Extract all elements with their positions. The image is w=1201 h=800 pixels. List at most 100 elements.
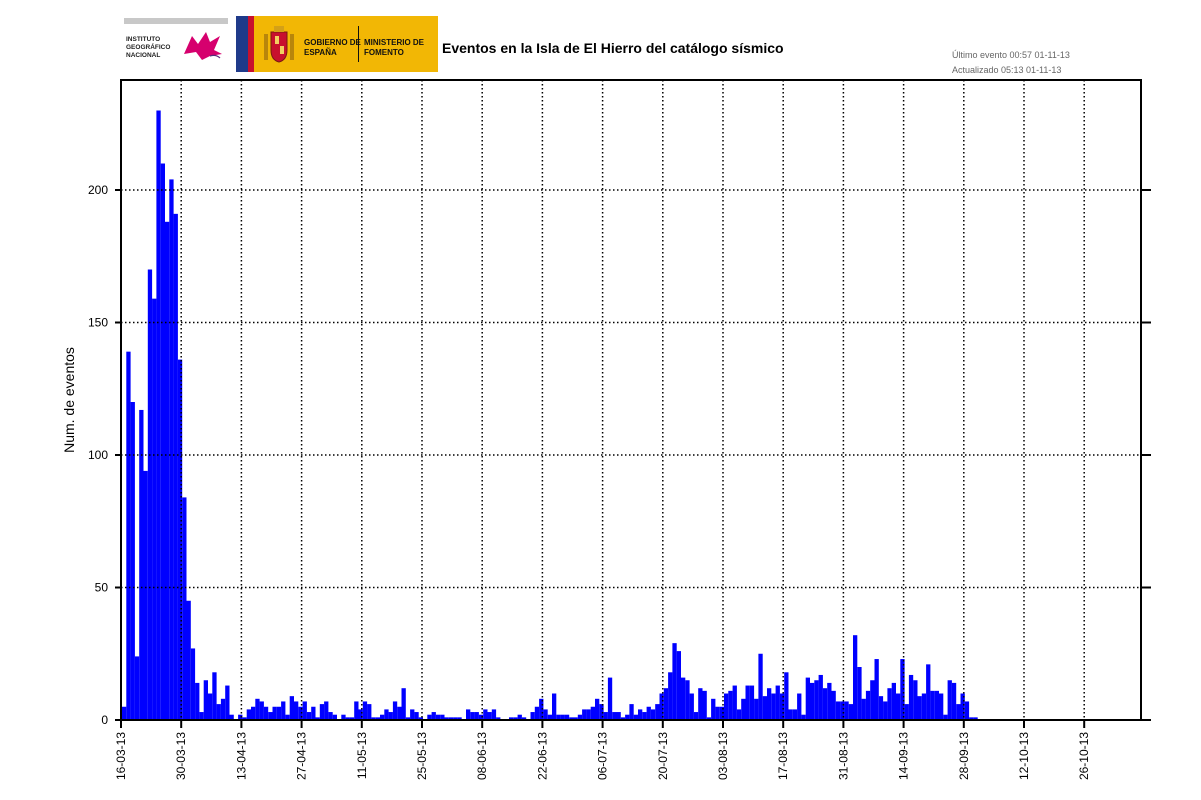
x-tick-label: 11-05-13 bbox=[355, 732, 369, 779]
bar bbox=[311, 706, 316, 720]
bar bbox=[603, 712, 608, 720]
bar bbox=[822, 688, 828, 720]
bar bbox=[758, 653, 763, 720]
bar bbox=[130, 402, 135, 720]
bar bbox=[844, 701, 849, 720]
bar bbox=[831, 690, 836, 720]
x-tick-label: 17-08-13 bbox=[776, 732, 790, 780]
bar bbox=[466, 709, 471, 720]
bar bbox=[134, 656, 140, 720]
bar bbox=[212, 672, 217, 720]
bar bbox=[474, 712, 479, 720]
y-tick-label: 100 bbox=[88, 448, 108, 462]
bar bbox=[152, 298, 157, 720]
bar bbox=[126, 351, 131, 720]
bar bbox=[220, 698, 226, 720]
bar bbox=[904, 704, 909, 720]
bar bbox=[246, 709, 251, 720]
bar bbox=[818, 674, 823, 720]
bar bbox=[182, 497, 187, 720]
bar bbox=[883, 701, 888, 720]
bar bbox=[857, 667, 862, 720]
bar bbox=[749, 685, 755, 720]
bar bbox=[156, 110, 161, 720]
x-tick-label: 14-09-13 bbox=[897, 732, 911, 780]
bar bbox=[930, 690, 935, 720]
bar bbox=[767, 688, 772, 720]
bar bbox=[861, 698, 866, 720]
bar bbox=[693, 712, 699, 720]
bar bbox=[612, 712, 617, 720]
bar bbox=[483, 709, 488, 720]
bar bbox=[853, 635, 858, 720]
bar bbox=[788, 709, 793, 720]
x-tick-label: 26-10-13 bbox=[1077, 732, 1091, 780]
bar bbox=[792, 709, 798, 720]
bar bbox=[534, 706, 540, 720]
bar bbox=[272, 706, 277, 720]
bar bbox=[728, 690, 733, 720]
bar bbox=[582, 709, 587, 720]
bar bbox=[797, 693, 802, 720]
bar bbox=[939, 693, 944, 720]
bar bbox=[216, 704, 221, 720]
bar bbox=[655, 704, 660, 720]
bar bbox=[650, 709, 656, 720]
bar bbox=[281, 701, 286, 720]
y-tick-label: 200 bbox=[88, 183, 108, 197]
bar bbox=[736, 709, 742, 720]
bar bbox=[951, 682, 957, 720]
bar bbox=[431, 712, 436, 720]
bar bbox=[186, 600, 191, 720]
bar bbox=[530, 712, 535, 720]
bar bbox=[642, 712, 647, 720]
bar bbox=[724, 693, 729, 720]
bar bbox=[195, 682, 200, 720]
bar bbox=[392, 701, 398, 720]
bar bbox=[367, 704, 372, 720]
bar bbox=[676, 651, 681, 720]
bar bbox=[891, 682, 896, 720]
bar bbox=[848, 704, 853, 720]
bar bbox=[685, 680, 690, 720]
bar bbox=[732, 685, 737, 720]
bar bbox=[586, 709, 591, 720]
x-tick-label: 28-09-13 bbox=[957, 732, 971, 780]
x-tick-label: 31-08-13 bbox=[836, 732, 850, 780]
bar bbox=[663, 688, 669, 720]
bar bbox=[947, 680, 952, 720]
bar bbox=[263, 706, 269, 720]
bar bbox=[835, 701, 841, 720]
bar bbox=[805, 677, 810, 720]
x-tick-label: 25-05-13 bbox=[415, 732, 429, 780]
bar bbox=[139, 409, 144, 720]
bar bbox=[917, 696, 922, 720]
bar bbox=[397, 706, 402, 720]
bar bbox=[702, 690, 707, 720]
bar bbox=[251, 706, 256, 720]
bar bbox=[199, 712, 204, 720]
bar bbox=[934, 690, 939, 720]
bar bbox=[896, 693, 901, 720]
x-tick-label: 27-04-13 bbox=[295, 732, 309, 780]
bar bbox=[190, 648, 196, 720]
bar bbox=[470, 712, 475, 720]
x-tick-label: 20-07-13 bbox=[656, 732, 670, 780]
bar bbox=[276, 706, 282, 720]
x-tick-label: 30-03-13 bbox=[174, 732, 188, 780]
x-tick-label: 03-08-13 bbox=[716, 732, 730, 780]
bar bbox=[289, 696, 294, 720]
bar bbox=[401, 688, 406, 720]
bar bbox=[543, 709, 548, 720]
x-tick-label: 16-03-13 bbox=[114, 732, 128, 780]
bar bbox=[771, 693, 776, 720]
bar bbox=[225, 685, 230, 720]
bar bbox=[302, 701, 307, 720]
bar bbox=[491, 709, 497, 720]
bar bbox=[122, 706, 127, 720]
bar bbox=[590, 706, 595, 720]
bar bbox=[410, 709, 415, 720]
y-tick-label: 0 bbox=[101, 713, 108, 727]
bar bbox=[870, 680, 875, 720]
bar bbox=[328, 712, 333, 720]
